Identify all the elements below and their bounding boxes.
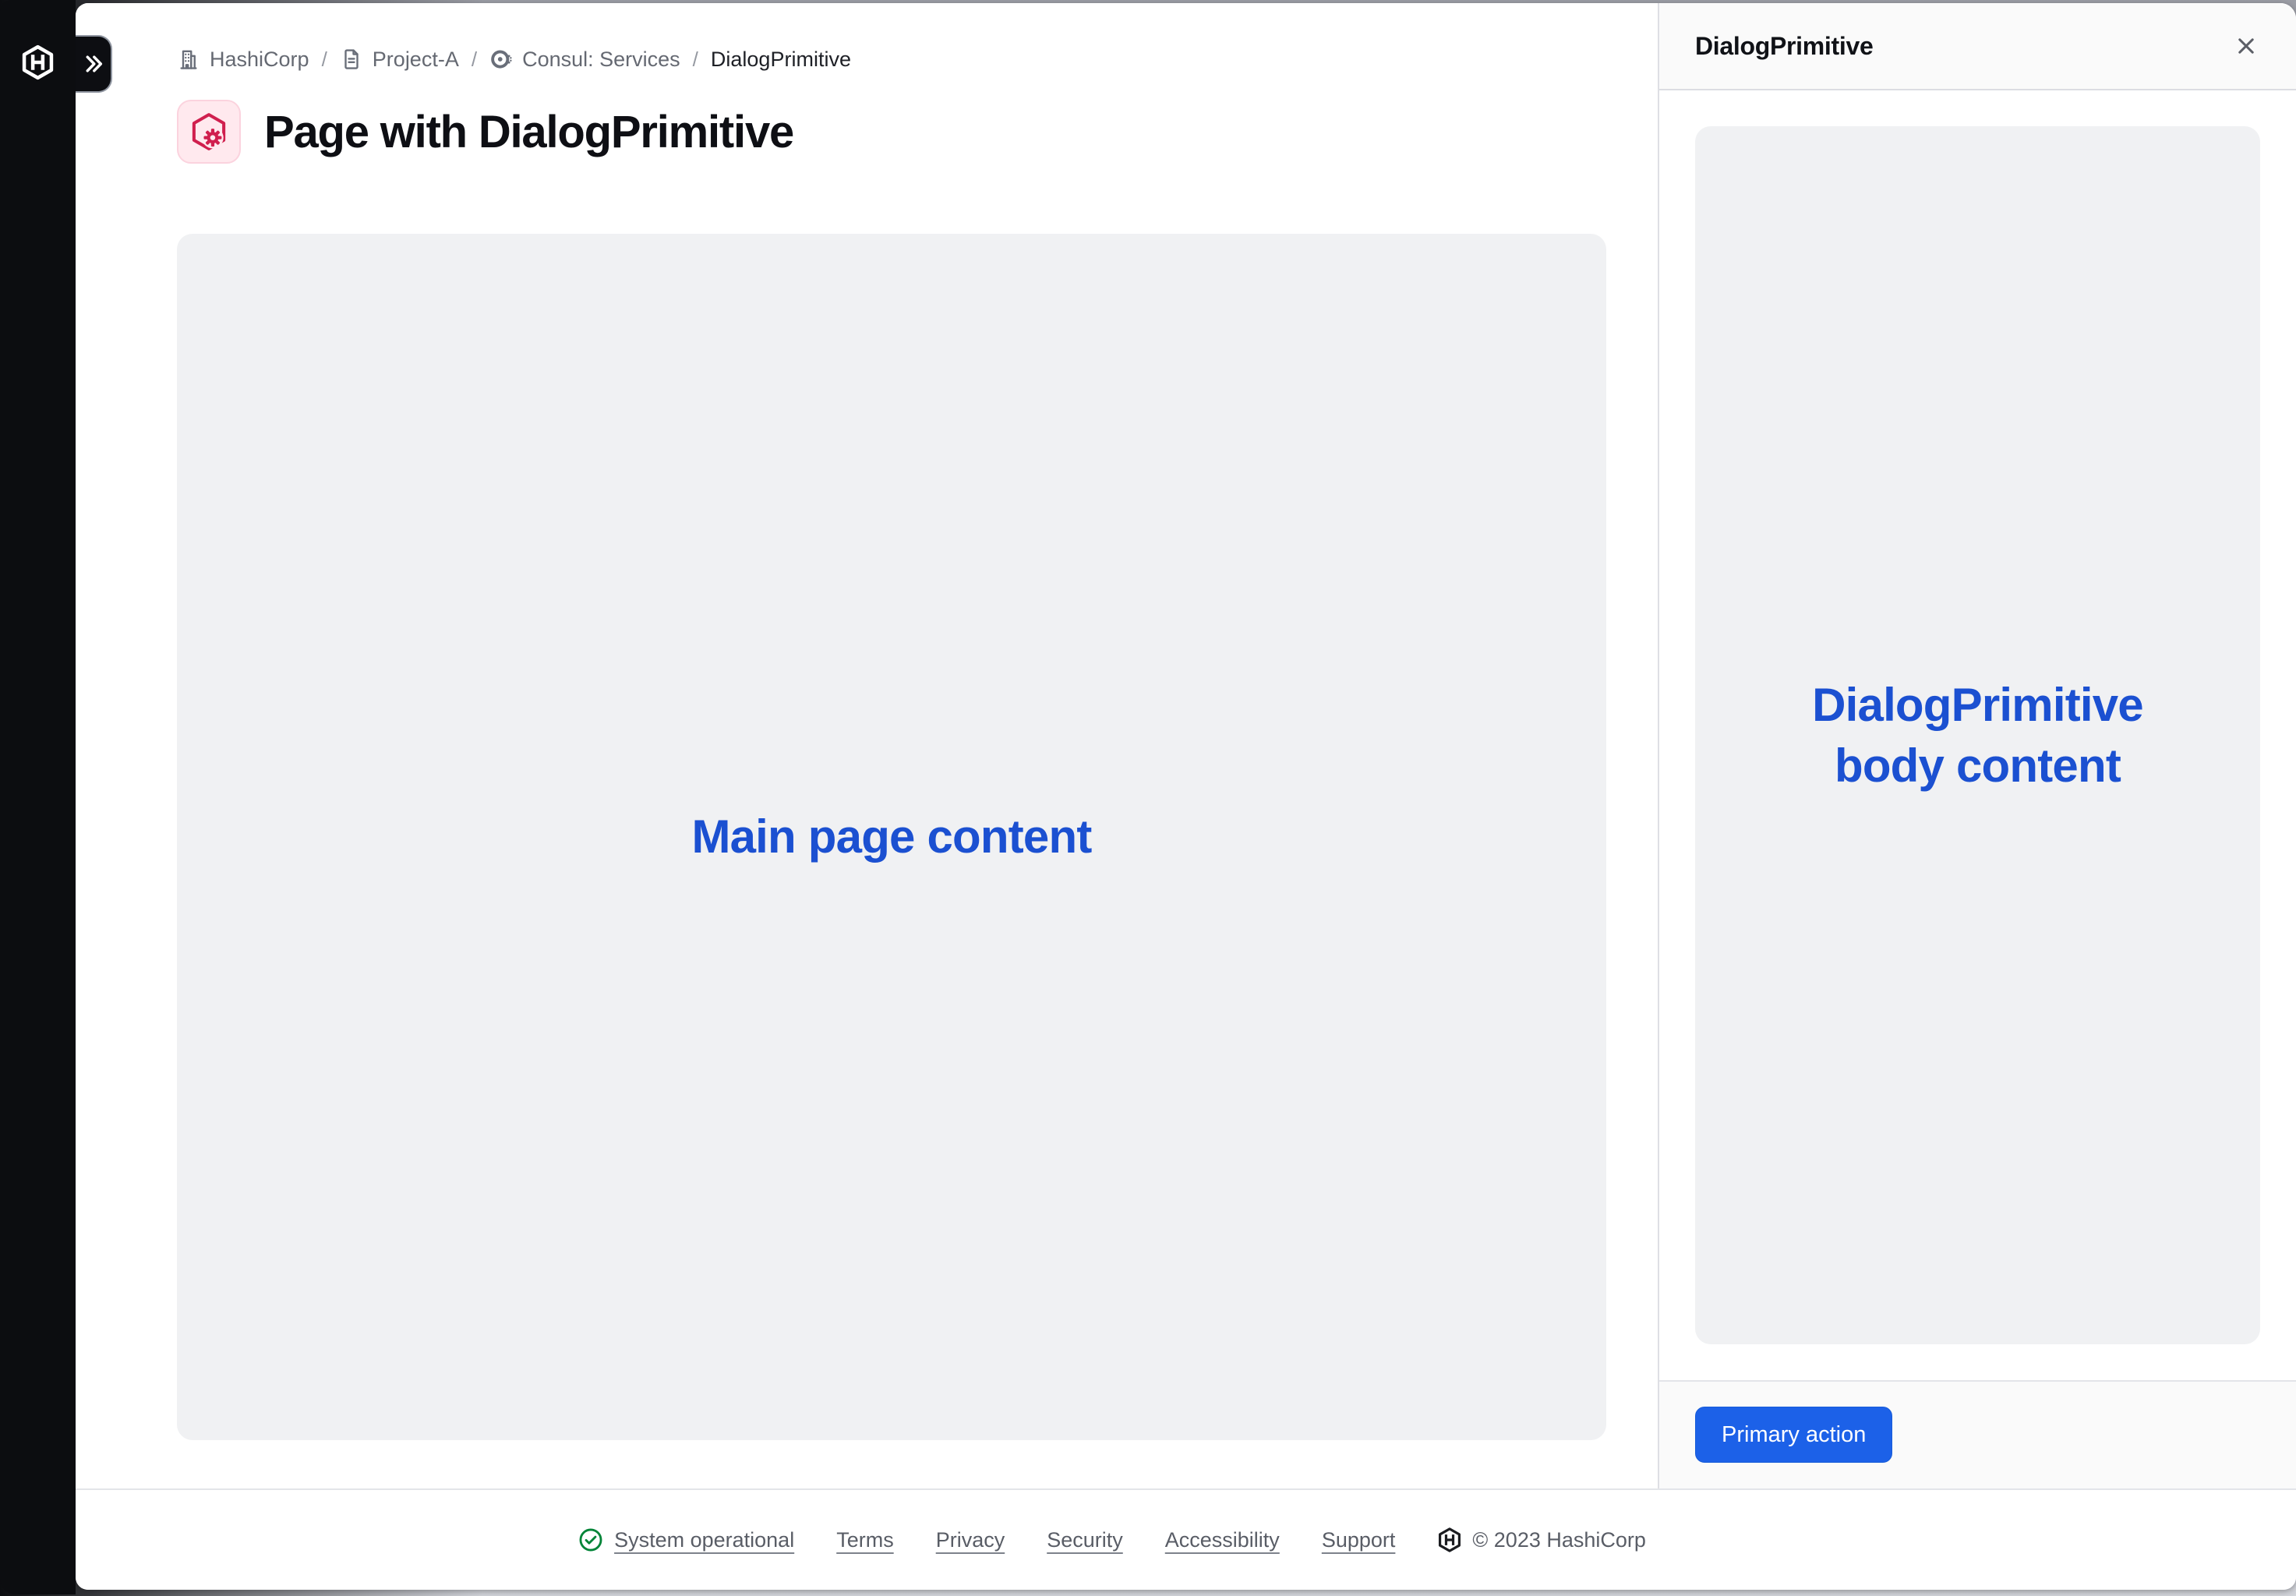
- system-status-label: System operational: [614, 1528, 794, 1552]
- breadcrumb-item-project-a[interactable]: Project-A: [340, 48, 459, 72]
- dialog-close-button[interactable]: [2227, 27, 2265, 65]
- double-chevron-right-icon: [81, 51, 106, 76]
- hashicorp-logo-icon: [1437, 1527, 1462, 1552]
- main-page-content-placeholder: Main page content: [177, 234, 1606, 1440]
- hexagon-gear-icon: [188, 111, 230, 153]
- dialog-body: DialogPrimitive body content: [1659, 90, 2296, 1380]
- footer-link-accessibility[interactable]: Accessibility: [1165, 1528, 1280, 1552]
- page-header: Page with DialogPrimitive: [177, 100, 1606, 164]
- breadcrumb-label: Consul: Services: [522, 48, 680, 72]
- dialog-footer: Primary action: [1659, 1380, 2296, 1488]
- footer-link-support[interactable]: Support: [1322, 1528, 1396, 1552]
- sidebar-expand-button[interactable]: [76, 35, 112, 93]
- dialog-title: DialogPrimitive: [1695, 32, 1873, 61]
- footer-link-security[interactable]: Security: [1047, 1528, 1123, 1552]
- app-frame: HashiCorp / Project-A /: [76, 3, 2296, 1590]
- x-icon: [2233, 33, 2259, 59]
- breadcrumb-label: Project-A: [373, 48, 459, 72]
- page-title-badge: [177, 100, 241, 164]
- app-footer: System operational Terms Privacy Securit…: [76, 1488, 2296, 1590]
- dialog-placeholder-text: DialogPrimitive body content: [1759, 675, 2196, 796]
- breadcrumb-separator: /: [693, 48, 698, 72]
- page-title: Page with DialogPrimitive: [264, 106, 793, 158]
- org-icon: [177, 48, 200, 71]
- breadcrumb-label: HashiCorp: [210, 48, 309, 72]
- breadcrumb-label: DialogPrimitive: [711, 48, 851, 72]
- breadcrumb-item-hashicorp[interactable]: HashiCorp: [177, 48, 309, 72]
- breadcrumb-separator: /: [322, 48, 327, 72]
- consul-icon: [489, 48, 513, 71]
- footer-link-terms[interactable]: Terms: [836, 1528, 894, 1552]
- dialog-header: DialogPrimitive: [1659, 3, 2296, 90]
- check-circle-icon: [578, 1527, 604, 1553]
- footer-copyright: © 2023 HashiCorp: [1437, 1527, 1646, 1552]
- file-text-icon: [340, 48, 363, 71]
- dialog-primitive-panel: DialogPrimitive DialogPrimitive body con…: [1658, 3, 2296, 1488]
- system-status-link[interactable]: System operational: [578, 1527, 794, 1553]
- side-nav-rail: [0, 0, 76, 1594]
- dialog-body-placeholder: DialogPrimitive body content: [1695, 126, 2260, 1344]
- breadcrumb-item-current: DialogPrimitive: [711, 48, 851, 72]
- main-content-area: HashiCorp / Project-A /: [76, 3, 1658, 1488]
- main-placeholder-text: Main page content: [691, 807, 1091, 867]
- breadcrumb-separator: /: [472, 48, 477, 72]
- hashicorp-logo-icon[interactable]: [20, 44, 55, 80]
- breadcrumb-item-consul-services[interactable]: Consul: Services: [489, 48, 680, 72]
- breadcrumb: HashiCorp / Project-A /: [177, 45, 1606, 73]
- copyright-text: © 2023 HashiCorp: [1472, 1528, 1646, 1552]
- footer-link-privacy[interactable]: Privacy: [936, 1528, 1005, 1552]
- primary-action-button[interactable]: Primary action: [1695, 1407, 1892, 1463]
